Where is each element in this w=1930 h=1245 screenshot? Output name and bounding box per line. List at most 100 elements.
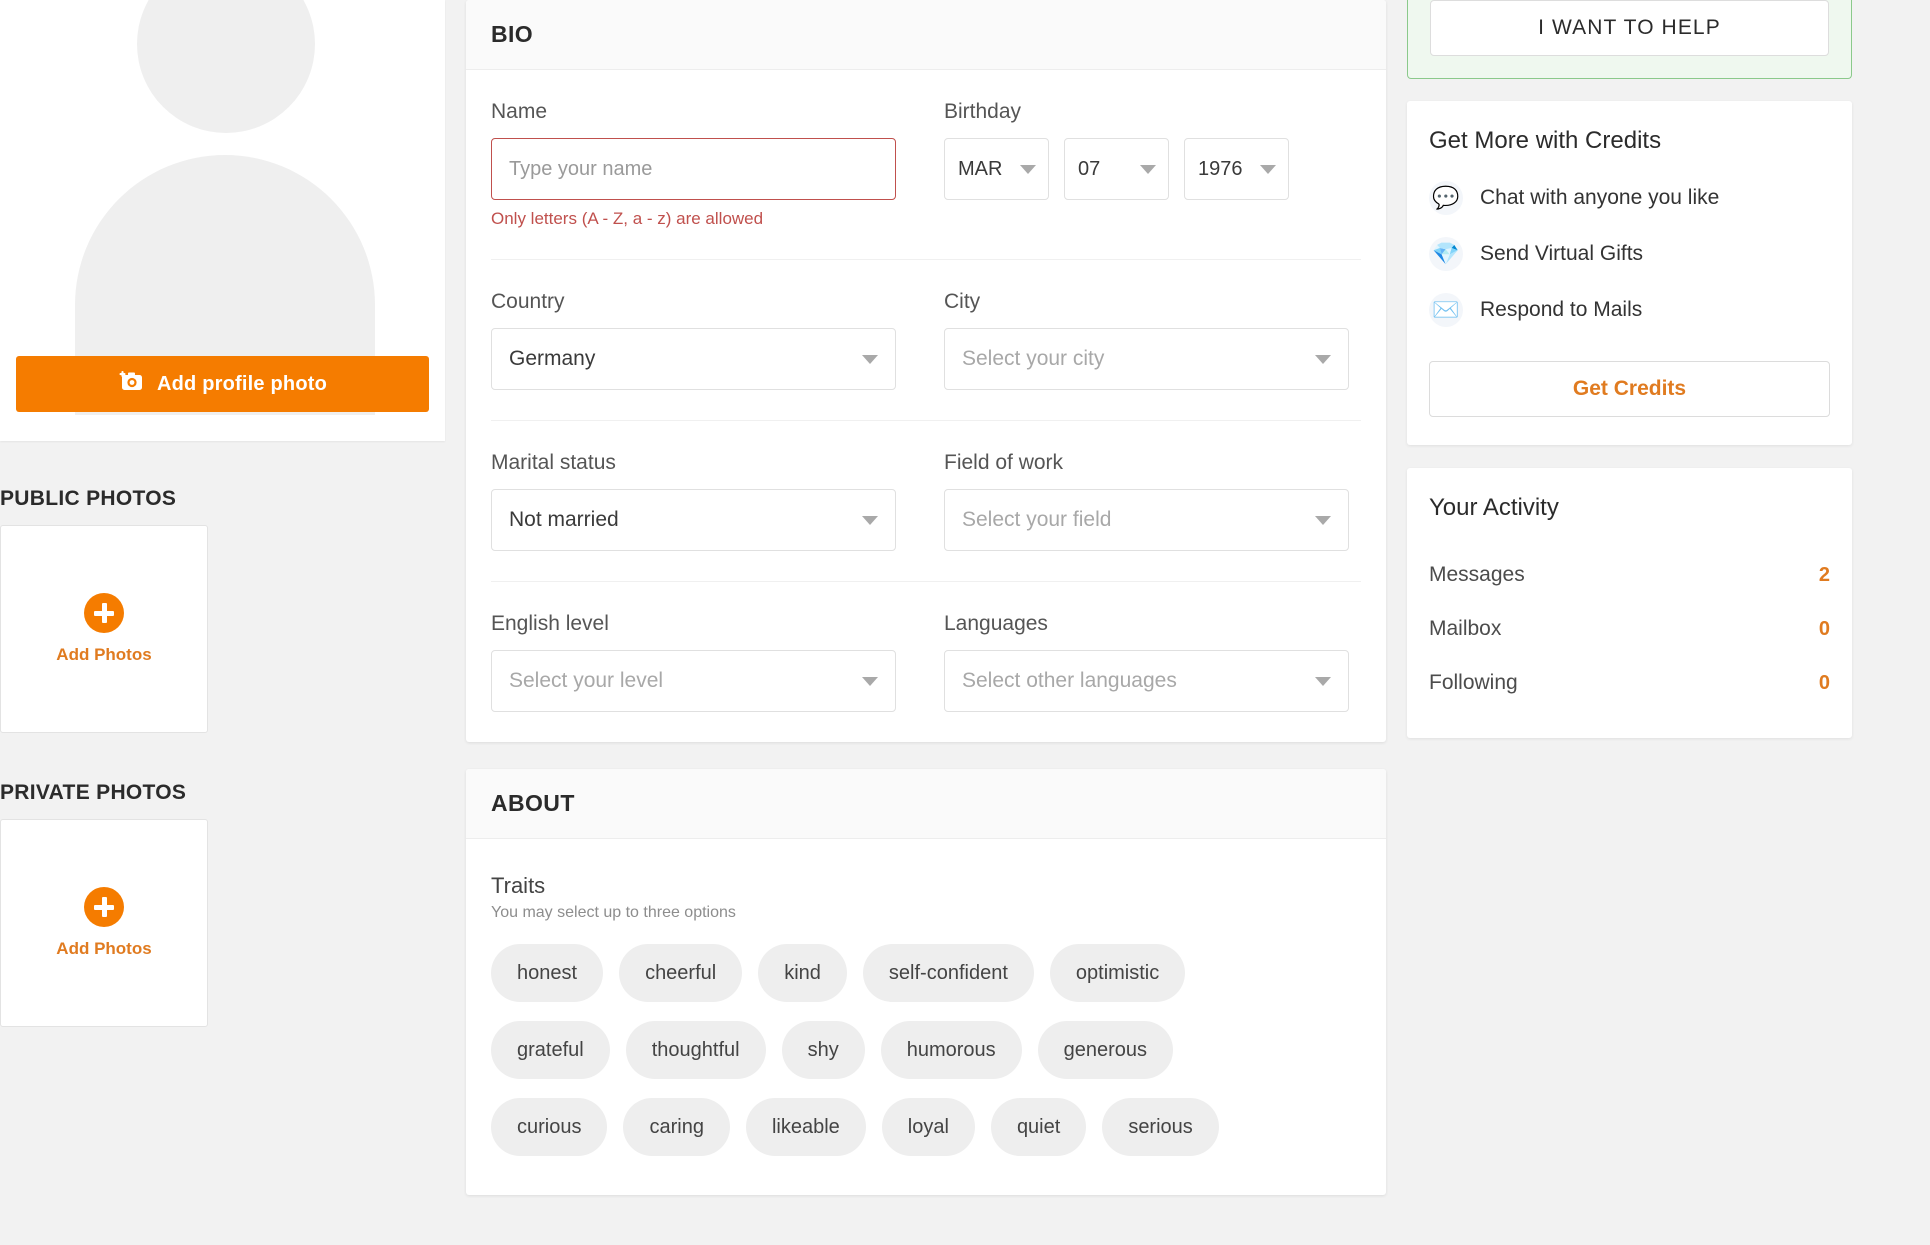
camera-plus-icon [118, 370, 144, 398]
field-of-work-select[interactable]: Select your field [944, 489, 1349, 551]
public-photos-section: PUBLIC PHOTOS Add Photos [0, 487, 445, 733]
left-sidebar: Add profile photo PUBLIC PHOTOS Add Phot… [0, 0, 445, 1245]
trait-chip-grateful[interactable]: grateful [491, 1021, 610, 1079]
credits-benefit-label: Send Virtual Gifts [1480, 242, 1644, 265]
trait-chip-cheerful[interactable]: cheerful [619, 944, 743, 1002]
speech-balloon-icon: 💬 [1429, 181, 1463, 215]
marital-status-label: Marital status [491, 451, 616, 474]
credits-benefit-list: 💬 Chat with anyone you like 💎 Send Virtual … [1429, 181, 1830, 327]
traits-section: Traits You may select up to three option… [466, 839, 1386, 1195]
trait-chip-likeable[interactable]: likeable [745, 1098, 866, 1156]
activity-row-mailbox[interactable]: Mailbox 0 [1429, 602, 1830, 656]
birthday-day-select[interactable]: 07 [1064, 138, 1169, 200]
activity-row-following[interactable]: Following 0 [1429, 656, 1830, 710]
add-profile-photo-button[interactable]: Add profile photo [16, 356, 429, 412]
activity-label: Mailbox [1429, 617, 1502, 640]
languages-field-group: Languages Select other languages [944, 612, 1349, 712]
city-select[interactable]: Select your city [944, 328, 1349, 390]
credits-benefit-item: 💬 Chat with anyone you like [1429, 181, 1830, 215]
activity-label: Messages [1429, 563, 1525, 586]
traits-chip-row: grateful thoughtful shy humorous generous [491, 1021, 1361, 1079]
marital-status-select[interactable]: Not married [491, 489, 896, 551]
languages-select[interactable]: Select other languages [944, 650, 1349, 712]
name-input[interactable] [491, 138, 896, 200]
country-select[interactable]: Germany [491, 328, 896, 390]
chevron-down-icon [1315, 354, 1331, 364]
bio-card-body: Name Only letters (A - Z, a - z) are all… [466, 70, 1386, 742]
profile-edit-page: Add profile photo PUBLIC PHOTOS Add Phot… [0, 0, 1930, 1245]
plus-icon [84, 887, 124, 927]
trait-chip-self-confident[interactable]: self-confident [862, 944, 1034, 1002]
traits-chip-list: honest cheerful kind self-confident optimist… [491, 944, 1361, 1156]
trait-chip-caring[interactable]: caring [623, 1098, 730, 1156]
trait-chip-quiet[interactable]: quiet [990, 1098, 1087, 1156]
trait-chip-honest[interactable]: honest [491, 944, 604, 1002]
name-error-message: Only letters (A - Z, a - z) are allowed [491, 209, 764, 228]
traits-title: Traits [491, 873, 546, 898]
english-level-select[interactable]: Select your level [491, 650, 896, 712]
trait-chip-shy[interactable]: shy [781, 1021, 865, 1079]
field-of-work-value: Select your field [962, 508, 1112, 531]
city-field-group: City Select your city [944, 290, 1349, 390]
birthday-year-select[interactable]: 1976 [1184, 138, 1289, 200]
marital-status-field-group: Marital status Not married [491, 451, 896, 551]
add-profile-photo-label: Add profile photo [156, 372, 328, 395]
bio-title: BIO [491, 21, 534, 47]
trait-chip-optimistic[interactable]: optimistic [1049, 944, 1186, 1002]
help-promo-card: I WANT TO HELP [1407, 0, 1852, 79]
name-field-group: Name Only letters (A - Z, a - z) are all… [491, 100, 896, 229]
english-level-field-group: English level Select your level [491, 612, 896, 712]
add-public-photos-button[interactable]: Add Photos [0, 525, 208, 733]
trait-chip-serious[interactable]: serious [1102, 1098, 1219, 1156]
activity-count: 0 [1818, 671, 1830, 694]
about-card-header: ABOUT [466, 769, 1386, 839]
private-photos-title: PRIVATE PHOTOS [0, 781, 187, 804]
birthday-month-select[interactable]: MAR [944, 138, 1049, 200]
city-value: Select your city [962, 347, 1105, 370]
traits-chip-row: honest cheerful kind self-confident optimist… [491, 944, 1361, 1002]
credits-card: Get More with Credits 💬 Chat with anyone … [1407, 101, 1852, 445]
public-photos-title: PUBLIC PHOTOS [0, 487, 177, 510]
bio-row-marital-field: Marital status Not married Field of work… [491, 421, 1361, 582]
add-private-photos-button[interactable]: Add Photos [0, 819, 208, 1027]
trait-chip-loyal[interactable]: loyal [881, 1098, 975, 1156]
activity-label: Following [1429, 671, 1518, 694]
trait-chip-curious[interactable]: curious [491, 1098, 608, 1156]
activity-row-messages[interactable]: Messages 2 [1429, 548, 1830, 602]
profile-photo-card: Add profile photo [0, 0, 445, 441]
private-photos-section: PRIVATE PHOTOS Add Photos [0, 781, 445, 1027]
gem-icon: 💎 [1429, 237, 1463, 271]
birthday-selects: MAR 07 1976 [944, 138, 1349, 200]
i-want-to-help-button[interactable]: I WANT TO HELP [1430, 0, 1829, 56]
country-label: Country [491, 290, 565, 313]
birthday-field-group: Birthday MAR 07 1976 [944, 100, 1349, 229]
avatar-head-shape [137, 0, 315, 133]
activity-card-title: Your Activity [1429, 494, 1559, 521]
about-title: ABOUT [491, 790, 575, 816]
chevron-down-icon [1260, 164, 1276, 174]
get-credits-button[interactable]: Get Credits [1429, 361, 1830, 417]
credits-card-title: Get More with Credits [1429, 127, 1662, 154]
birthday-month-value: MAR [958, 157, 1003, 180]
trait-chip-kind[interactable]: kind [758, 944, 847, 1002]
activity-list: Messages 2 Mailbox 0 Following 0 [1429, 548, 1830, 710]
country-value: Germany [509, 347, 596, 370]
envelope-icon: ✉️ [1429, 293, 1463, 327]
bio-row-country-city: Country Germany City Select your city [491, 260, 1361, 421]
bio-card: BIO Name Only letters (A - Z, a - z) are… [466, 0, 1386, 742]
trait-chip-thoughtful[interactable]: thoughtful [625, 1021, 766, 1079]
trait-chip-generous[interactable]: generous [1037, 1021, 1174, 1079]
languages-value: Select other languages [962, 669, 1177, 692]
birthday-day-value: 07 [1078, 157, 1101, 180]
country-field-group: Country Germany [491, 290, 896, 390]
marital-status-value: Not married [509, 508, 619, 531]
add-public-photos-label: Add Photos [56, 645, 152, 664]
name-label: Name [491, 100, 548, 123]
chevron-down-icon [1140, 164, 1156, 174]
trait-chip-humorous[interactable]: humorous [880, 1021, 1022, 1079]
english-level-label: English level [491, 612, 609, 635]
plus-icon [84, 593, 124, 633]
chevron-down-icon [862, 515, 878, 525]
credits-benefit-label: Chat with anyone you like [1480, 186, 1720, 209]
birthday-year-value: 1976 [1198, 157, 1243, 180]
